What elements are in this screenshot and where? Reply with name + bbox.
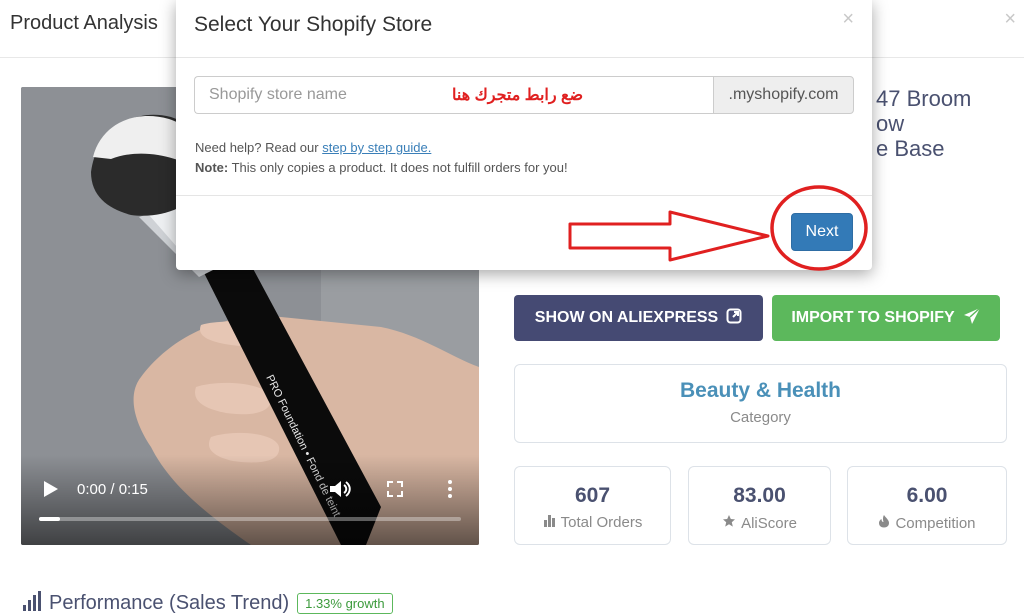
video-progress-bar[interactable] (39, 517, 461, 521)
stat-value: 83.00 (733, 484, 786, 507)
page-close-icon[interactable]: × (1004, 8, 1016, 31)
category-label: Category (730, 409, 791, 426)
video-controls (21, 455, 479, 545)
stat-value: 6.00 (906, 484, 948, 507)
note-text: Note: This only copies a product. It doe… (195, 160, 568, 175)
video-progress-fill (39, 517, 61, 521)
star-icon (722, 514, 736, 532)
stat-card-orders: 607 Total Orders (514, 466, 671, 545)
help-prefix: Need help? Read our (195, 140, 323, 155)
modal-close-icon[interactable]: × (842, 8, 854, 31)
category-card: Beauty & Health Category (514, 364, 1007, 443)
fullscreen-icon[interactable] (387, 481, 403, 497)
stat-card-competition: 6.00 Competition (847, 466, 1007, 545)
paper-plane-icon (963, 306, 981, 330)
help-text: Need help? Read our step by step guide. (195, 140, 431, 155)
product-title: 47 Broom ow e Base (876, 86, 972, 161)
note-label: Note: (195, 160, 229, 175)
more-vert-icon[interactable] (445, 479, 455, 499)
stat-label-text: Competition (895, 514, 976, 532)
performance-heading: Performance (Sales Trend) 1.33% growth (23, 591, 393, 614)
fire-icon (878, 514, 890, 532)
volume-icon[interactable] (329, 479, 351, 499)
stat-label: AliScore (689, 514, 830, 532)
import-to-shopify-label: IMPORT TO SHOPIFY (791, 309, 955, 326)
select-store-modal: Select Your Shopify Store × .myshopify.c… (176, 0, 872, 270)
import-to-shopify-button[interactable]: IMPORT TO SHOPIFY (772, 295, 1000, 341)
arabic-annotation: ضع رابط متجرك هنا (452, 87, 584, 104)
play-icon[interactable] (43, 480, 59, 498)
modal-header-divider (176, 57, 872, 58)
signal-bars-icon (23, 591, 41, 614)
show-on-aliexpress-button[interactable]: SHOW ON ALIEXPRESS (514, 295, 763, 341)
bar-chart-icon (543, 514, 556, 531)
stat-label: Competition (848, 514, 1006, 532)
stat-label-text: AliScore (741, 514, 797, 532)
video-time: 0:00 / 0:15 (77, 481, 148, 498)
stat-card-aliscore: 83.00 AliScore (688, 466, 831, 545)
show-on-aliexpress-label: SHOW ON ALIEXPRESS (534, 309, 719, 326)
stat-value: 607 (574, 484, 611, 507)
next-button[interactable]: Next (791, 213, 853, 251)
modal-title: Select Your Shopify Store (194, 13, 433, 36)
myshopify-domain-addon: .myshopify.com (713, 76, 854, 114)
performance-title: Performance (Sales Trend) (49, 592, 290, 614)
stat-label-text: Total Orders (560, 514, 643, 531)
growth-badge: 1.33% growth (297, 593, 393, 614)
step-by-step-guide-link[interactable]: step by step guide. (322, 140, 431, 155)
modal-footer-divider (176, 195, 872, 196)
stat-label: Total Orders (515, 514, 670, 531)
category-value: Beauty & Health (679, 379, 842, 402)
external-link-icon (726, 308, 742, 329)
page-title: Product Analysis (10, 12, 158, 34)
note-body: This only copies a product. It does not … (228, 160, 568, 175)
